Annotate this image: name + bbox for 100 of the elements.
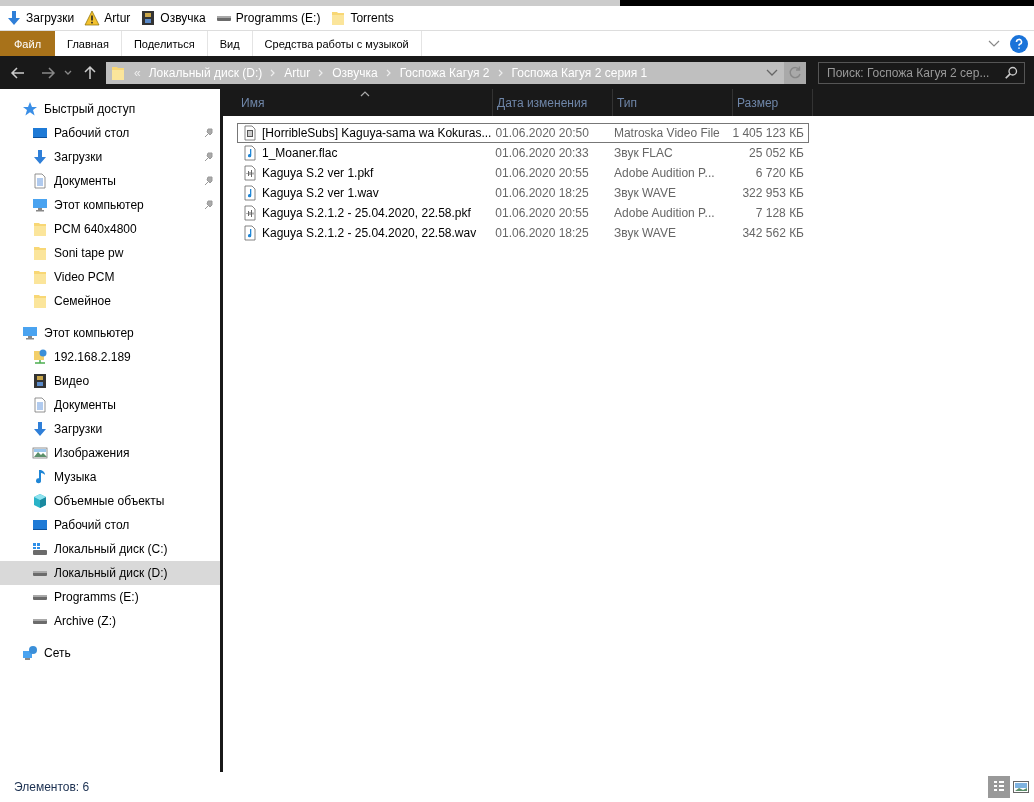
- file-name: Kaguya S.2 ver 1.pkf: [262, 166, 374, 180]
- type-cell-text: Звук WAVE: [613, 186, 677, 200]
- column-header[interactable]: Дата изменения: [493, 89, 613, 116]
- down-arrow-icon: [32, 421, 48, 437]
- network-drive-icon: [32, 349, 48, 365]
- drive-icon: [32, 617, 48, 625]
- up-arrow-icon[interactable]: [82, 64, 98, 81]
- file-row[interactable]: 1_Moaner.flac 01.06.2020 20:33 Звук FLAC 25 052 КБ: [237, 143, 809, 163]
- search-icon[interactable]: [1004, 65, 1018, 80]
- cube-icon: [32, 493, 48, 509]
- type-cell-text: Звук FLAC: [613, 146, 674, 160]
- folder-icon: [32, 245, 48, 261]
- audio-file-icon: [242, 145, 258, 161]
- file-name: Kaguya S.2 ver 1.wav: [262, 186, 379, 200]
- quick-access-button[interactable]: Programms (E:): [215, 11, 321, 25]
- nav-tree-item[interactable]: Загрузки: [0, 145, 220, 169]
- down-arrow-icon: [6, 10, 22, 26]
- nav-tree-item[interactable]: Объемные объекты: [0, 489, 220, 513]
- file-name: Kaguya S.2.1.2 - 25.04.2020, 22.58.pkf: [262, 206, 471, 220]
- type-cell-text: Matroska Video File: [612, 126, 721, 140]
- size-cell-text: 342 562 КБ: [741, 226, 805, 240]
- waveform-file-icon: [242, 165, 258, 181]
- help-icon[interactable]: [1010, 34, 1028, 53]
- nav-tree-item[interactable]: Этот компьютер: [0, 193, 220, 217]
- nav-tree-item[interactable]: Быстрый доступ: [0, 97, 220, 121]
- desktop-icon: [32, 125, 48, 141]
- drive-icon: [32, 569, 48, 577]
- folder-icon: [110, 64, 126, 81]
- column-header[interactable]: Размер: [733, 89, 813, 116]
- folder-icon: [32, 221, 48, 237]
- nav-tree-item[interactable]: Музыка: [0, 465, 220, 489]
- nav-tree-item[interactable]: Документы: [0, 169, 220, 193]
- document-icon: [32, 397, 48, 413]
- nav-tree-item[interactable]: Сеть: [0, 641, 220, 665]
- system-drive-icon: [32, 541, 48, 557]
- nav-tree-item[interactable]: Programms (E:): [0, 585, 220, 609]
- file-row[interactable]: Kaguya S.2.1.2 - 25.04.2020, 22.58.wav 01.06.2020 18:25 Звук WAVE 342 562 КБ: [237, 223, 809, 243]
- picture-icon: [32, 445, 48, 461]
- computer-icon: [22, 325, 38, 341]
- nav-tree-item[interactable]: Загрузки: [0, 417, 220, 441]
- nav-tree-item[interactable]: Изображения: [0, 441, 220, 465]
- type-cell-text: Adobe Audition P...: [613, 206, 716, 220]
- warning-icon: [84, 10, 101, 26]
- nav-tree-item[interactable]: Семейное: [0, 289, 220, 313]
- nav-tree-item[interactable]: Видео: [0, 369, 220, 393]
- quick-access-button[interactable]: Озвучка: [140, 10, 206, 26]
- file-name: 1_Moaner.flac: [262, 146, 338, 160]
- quick-access-button[interactable]: Torrents: [330, 10, 394, 26]
- folder-icon: [330, 10, 347, 26]
- column-header[interactable]: Тип: [613, 89, 733, 116]
- search-field[interactable]: Поиск: Госпожа Кагуя 2 сер...: [818, 61, 1025, 84]
- file-row[interactable]: Kaguya S.2.1.2 - 25.04.2020, 22.58.pkf 01.06.2020 20:55 Adobe Audition P... 7 128 КБ: [237, 203, 809, 223]
- file-row[interactable]: [HorribleSubs] Kaguya-sama wa Kokuras... 01.06.2020 20:50 Matroska Video File 1 405 123 КБ: [237, 123, 809, 143]
- star-icon: [22, 101, 38, 117]
- nav-tree-item[interactable]: 192.168.2.189: [0, 345, 220, 369]
- drive-icon: [215, 14, 232, 22]
- computer-icon: [32, 197, 48, 213]
- pin-icon[interactable]: [204, 200, 214, 210]
- date-cell-text: 01.06.2020 20:55: [494, 206, 590, 220]
- forward-arrow-icon[interactable]: [40, 64, 56, 81]
- file-row[interactable]: Kaguya S.2 ver 1.pkf 01.06.2020 20:55 Adobe Audition P... 6 720 КБ: [237, 163, 809, 183]
- drive-icon: [32, 593, 48, 601]
- nav-tree-item[interactable]: Video PCM: [0, 265, 220, 289]
- pin-icon[interactable]: [204, 128, 214, 138]
- nav-tree-item[interactable]: Рабочий стол: [0, 513, 220, 537]
- file-row[interactable]: Kaguya S.2 ver 1.wav 01.06.2020 18:25 Звук WAVE 322 953 КБ: [237, 183, 809, 203]
- back-arrow-icon[interactable]: [10, 64, 26, 81]
- waveform-file-icon: [242, 205, 258, 221]
- quick-access-button[interactable]: Artur: [84, 10, 131, 26]
- nav-tree-item[interactable]: Локальный диск (D:): [0, 561, 220, 585]
- film-strip-icon: [32, 373, 48, 389]
- desktop-icon: [32, 517, 48, 533]
- list-icon: [993, 780, 1005, 794]
- nav-tree-item[interactable]: PCM 640x4800: [0, 217, 220, 241]
- nav-tree-item[interactable]: Рабочий стол: [0, 121, 220, 145]
- date-cell-text: 01.06.2020 20:55: [494, 166, 590, 180]
- nav-tree-item[interactable]: Archive (Z:): [0, 609, 220, 633]
- size-cell-text: 6 720 КБ: [754, 166, 805, 180]
- document-icon: [32, 173, 48, 189]
- film-strip-icon: [140, 10, 157, 26]
- pin-icon[interactable]: [204, 152, 214, 162]
- quick-access-button[interactable]: Загрузки: [6, 10, 75, 26]
- size-cell-text: 25 052 КБ: [748, 146, 805, 160]
- type-cell-text: Звук WAVE: [613, 226, 677, 240]
- file-name: [HorribleSubs] Kaguya-sama wa Kokuras...: [262, 126, 492, 140]
- size-cell-text: 322 953 КБ: [741, 186, 805, 200]
- pin-icon[interactable]: [204, 176, 214, 186]
- date-cell-text: 01.06.2020 18:25: [494, 186, 590, 200]
- date-cell-text: 01.06.2020 20:33: [494, 146, 590, 160]
- dropdown-caret-icon[interactable]: [766, 68, 778, 77]
- nav-tree-item[interactable]: Soni tape pw: [0, 241, 220, 265]
- chevron-icon[interactable]: [988, 39, 1000, 48]
- column-header[interactable]: Имя: [237, 89, 493, 116]
- nav-tree-item[interactable]: Документы: [0, 393, 220, 417]
- audio-file-icon: [242, 185, 258, 201]
- refresh-icon[interactable]: [784, 61, 806, 84]
- nav-tree-item[interactable]: Локальный диск (C:): [0, 537, 220, 561]
- details-view-button[interactable]: [988, 776, 1010, 798]
- dropdown-caret-icon[interactable]: [64, 69, 72, 76]
- nav-tree-item[interactable]: Этот компьютер: [0, 321, 220, 345]
